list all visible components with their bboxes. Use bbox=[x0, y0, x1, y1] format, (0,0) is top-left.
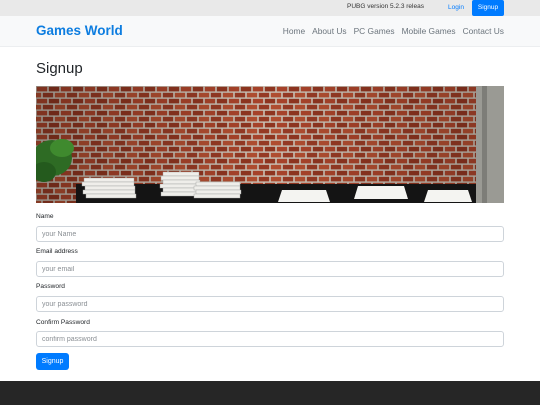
nav-about-us[interactable]: About Us bbox=[312, 26, 346, 36]
signup-submit-button[interactable]: Signup bbox=[36, 353, 69, 370]
email-input[interactable] bbox=[36, 261, 504, 277]
navbar: Games World Home About Us PC Games Mobil… bbox=[0, 16, 540, 47]
confirm-password-input[interactable] bbox=[36, 331, 504, 347]
brand-logo[interactable]: Games World bbox=[36, 23, 123, 38]
password-input[interactable] bbox=[36, 296, 504, 312]
top-bar: PUBG version 5.2.3 releas Login Signup bbox=[0, 0, 540, 16]
news-ticker: PUBG version 5.2.3 releas bbox=[347, 3, 424, 10]
confirm-password-label: Confirm Password bbox=[36, 319, 90, 326]
banner-image bbox=[36, 86, 504, 203]
nav-contact-us[interactable]: Contact Us bbox=[463, 26, 504, 36]
nav-home[interactable]: Home bbox=[283, 26, 305, 36]
signup-top-button[interactable]: Signup bbox=[472, 0, 504, 16]
name-input[interactable] bbox=[36, 226, 504, 242]
password-label: Password bbox=[36, 283, 65, 290]
nav-pc-games[interactable]: PC Games bbox=[354, 26, 395, 36]
name-label: Name bbox=[36, 213, 54, 220]
nav-mobile-games[interactable]: Mobile Games bbox=[402, 26, 456, 36]
nav-links: Home About Us PC Games Mobile Games Cont… bbox=[276, 26, 504, 36]
email-label: Email address bbox=[36, 248, 78, 255]
login-link[interactable]: Login bbox=[443, 1, 469, 15]
footer bbox=[0, 381, 540, 405]
page-title: Signup bbox=[36, 60, 83, 77]
